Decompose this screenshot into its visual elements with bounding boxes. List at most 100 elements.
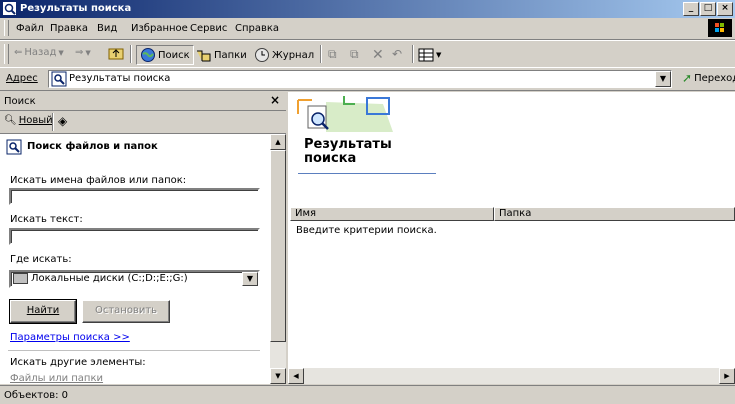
go-label: Переход bbox=[694, 72, 735, 84]
menu-view[interactable]: Вид bbox=[97, 23, 117, 34]
copy-to-button[interactable]: ⧉ bbox=[350, 47, 359, 62]
views-grid-icon bbox=[418, 48, 434, 62]
scroll-left-button[interactable]: ◀ bbox=[288, 368, 304, 384]
search-pane-title: Поиск bbox=[4, 96, 36, 107]
address-bar: Адрес Результаты поиска ▼ ➚ Переход bbox=[0, 67, 735, 91]
move-to-button[interactable]: ⧉ bbox=[328, 47, 337, 62]
address-input[interactable]: Результаты поиска ▼ bbox=[48, 70, 672, 88]
stop-button[interactable]: Остановить bbox=[82, 300, 170, 323]
location-value: Локальные диски (C:;D:;E:;G:) bbox=[31, 273, 188, 284]
section-title: Поиск файлов и папок bbox=[27, 141, 158, 152]
address-dropdown-button[interactable]: ▼ bbox=[655, 71, 671, 87]
go-button[interactable]: ➚ Переход bbox=[682, 71, 735, 85]
results-hscrollbar[interactable]: ◀ ▶ bbox=[288, 368, 735, 384]
search-pane: Поиск × 🔍︎ Новый ◈ Поиск файлов и папок … bbox=[0, 92, 286, 384]
find-label: Найти bbox=[26, 305, 60, 316]
location-label: Где искать: bbox=[10, 254, 72, 265]
back-arrow-icon: ⇐ bbox=[14, 47, 23, 58]
close-button[interactable]: × bbox=[717, 2, 733, 16]
title-underline bbox=[298, 173, 436, 174]
move-to-icon: ⧉ bbox=[328, 47, 337, 61]
scroll-right-button[interactable]: ▶ bbox=[719, 368, 735, 384]
menu-favorites[interactable]: Избранное bbox=[131, 23, 188, 34]
menu-edit[interactable]: Правка bbox=[50, 23, 88, 34]
back-dropdown-icon: ▼ bbox=[58, 48, 64, 57]
search-pane-scrollbar[interactable]: ▲ ▼ bbox=[270, 134, 286, 384]
results-message: Введите критерии поиска. bbox=[296, 225, 437, 236]
find-button[interactable]: Найти bbox=[9, 299, 77, 324]
menu-bar: Файл Правка Вид Избранное Сервис Справка bbox=[0, 18, 735, 40]
new-search-label: Новый bbox=[18, 115, 53, 126]
text-input[interactable] bbox=[9, 228, 260, 245]
history-button[interactable]: Журнал bbox=[254, 47, 314, 63]
local-drive-icon bbox=[13, 273, 28, 284]
views-dropdown-icon: ▼ bbox=[436, 51, 442, 59]
search-options-link[interactable]: Параметры поиска >> bbox=[10, 332, 130, 343]
address-value: Результаты поиска bbox=[69, 73, 171, 84]
column-name[interactable]: Имя bbox=[290, 207, 494, 221]
history-icon bbox=[255, 48, 269, 62]
status-bar: Объектов: 0 bbox=[0, 385, 735, 404]
scroll-down-button[interactable]: ▼ bbox=[270, 368, 286, 384]
forward-dropdown-icon: ▼ bbox=[85, 48, 91, 57]
new-search-icon: 🔍︎ bbox=[4, 115, 17, 126]
text-label: Искать текст: bbox=[10, 214, 83, 225]
title-bar[interactable]: Результаты поиска _ □ × bbox=[0, 0, 735, 18]
location-select[interactable]: Локальные диски (C:;D:;E:;G:) ▼ bbox=[9, 270, 260, 288]
names-input[interactable] bbox=[9, 188, 260, 205]
location-dropdown-button[interactable]: ▼ bbox=[242, 272, 258, 286]
other-items-label: Искать другие элементы: bbox=[10, 357, 146, 368]
minimize-button[interactable]: _ bbox=[683, 2, 699, 16]
delete-button[interactable]: ✕ bbox=[372, 47, 384, 63]
menu-help[interactable]: Справка bbox=[235, 23, 279, 34]
file-search-icon bbox=[6, 139, 22, 155]
forward-button[interactable]: ⇒ ▼ bbox=[75, 47, 91, 58]
search-pane-header: Поиск × bbox=[0, 92, 286, 111]
results-title: Результаты поиска bbox=[304, 138, 392, 166]
undo-button[interactable]: ↶ bbox=[392, 47, 402, 61]
window-title: Результаты поиска bbox=[20, 3, 132, 14]
search-companion-button[interactable]: ◈ bbox=[58, 114, 67, 128]
search-label: Поиск bbox=[158, 49, 190, 61]
folders-label: Папки bbox=[214, 49, 247, 61]
search-window-icon bbox=[3, 2, 16, 15]
search-banner-icon bbox=[288, 92, 398, 137]
scroll-up-button[interactable]: ▲ bbox=[270, 134, 286, 150]
up-folder-icon bbox=[108, 48, 124, 60]
scroll-thumb[interactable] bbox=[270, 150, 286, 342]
search-folder-icon bbox=[51, 71, 67, 87]
back-button[interactable]: ⇐ Назад ▼ bbox=[14, 47, 64, 58]
results-title-line1: Результаты bbox=[304, 137, 392, 152]
results-pane: Результаты поиска Имя Папка Введите крит… bbox=[288, 92, 735, 384]
pane-splitter[interactable] bbox=[286, 92, 288, 384]
history-label: Журнал bbox=[272, 49, 315, 61]
maximize-button[interactable]: □ bbox=[700, 2, 716, 16]
copy-to-icon: ⧉ bbox=[350, 47, 359, 61]
windows-logo-icon bbox=[708, 19, 732, 37]
divider bbox=[8, 350, 260, 351]
search-button[interactable]: Поиск bbox=[136, 45, 194, 65]
forward-arrow-icon: ⇒ bbox=[75, 47, 84, 58]
search-pane-toolbar: 🔍︎ Новый ◈ bbox=[0, 111, 286, 134]
menu-tools[interactable]: Сервис bbox=[190, 23, 227, 34]
go-arrow-icon: ➚ bbox=[682, 71, 693, 85]
folders-button[interactable]: Папки bbox=[196, 47, 247, 63]
results-title-line2: поиска bbox=[304, 151, 357, 166]
folders-icon bbox=[197, 50, 211, 62]
up-folder-button[interactable] bbox=[108, 45, 124, 61]
column-folder[interactable]: Папка bbox=[494, 207, 735, 221]
search-pane-close-button[interactable]: × bbox=[270, 93, 280, 107]
toolbar-grip[interactable] bbox=[4, 44, 9, 64]
new-search-button[interactable]: 🔍︎ Новый bbox=[4, 115, 53, 126]
menu-file[interactable]: Файл bbox=[16, 23, 44, 34]
names-label: Искать имена файлов или папок: bbox=[10, 175, 187, 186]
stop-label: Остановить bbox=[94, 305, 158, 316]
status-text: Объектов: 0 bbox=[4, 390, 69, 401]
delete-icon: ✕ bbox=[372, 47, 384, 63]
search-globe-icon bbox=[141, 48, 155, 62]
menubar-grip[interactable] bbox=[4, 20, 9, 36]
files-or-folders-link[interactable]: Файлы или папки bbox=[10, 373, 103, 384]
results-column-header: Имя Папка bbox=[290, 207, 735, 221]
views-button[interactable]: ▼ bbox=[418, 47, 441, 63]
undo-icon: ↶ bbox=[392, 47, 403, 61]
